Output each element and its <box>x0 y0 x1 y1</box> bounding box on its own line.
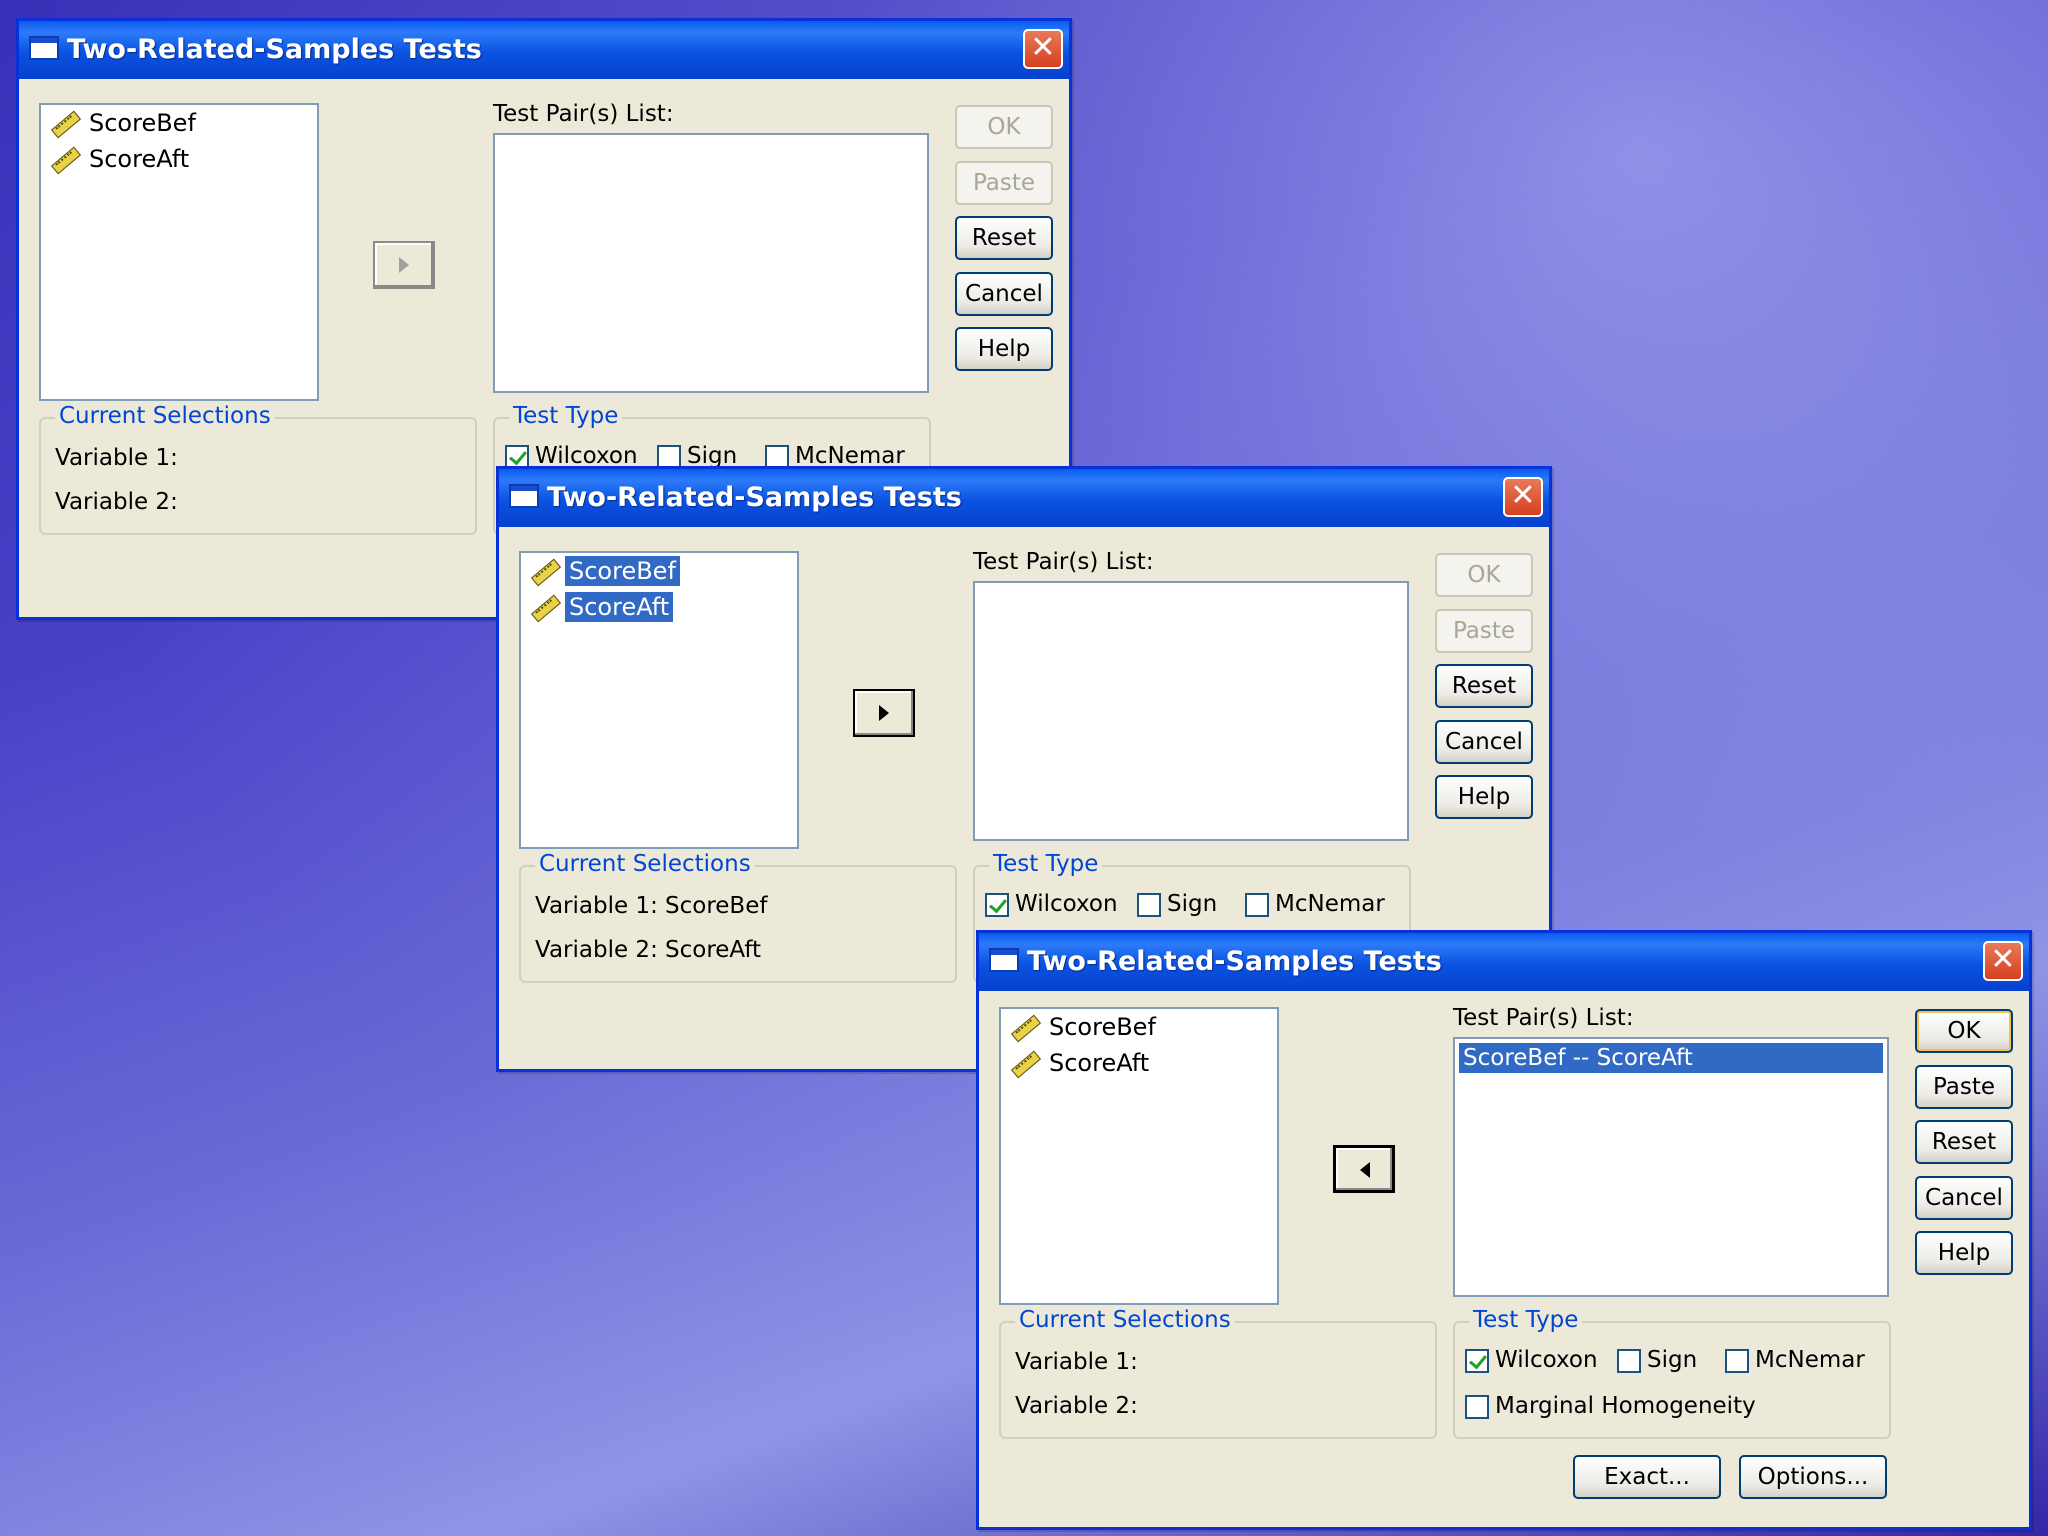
dialog-title: Two-Related-Samples Tests <box>547 482 962 513</box>
variable-item-scoreaft[interactable]: ScoreAft <box>1009 1047 1153 1079</box>
window-icon <box>29 36 59 60</box>
ruler-icon <box>49 144 79 174</box>
test-type-group: Test Type Wilcoxon Sign McNemar Marginal… <box>1453 1307 1891 1439</box>
ruler-icon <box>529 592 559 622</box>
group-title: Test Type <box>1469 1307 1583 1333</box>
current-selections-group: Current Selections Variable 1: Variable … <box>39 403 477 535</box>
test-pairs-list[interactable]: ScoreBef -- ScoreAft <box>1453 1037 1889 1297</box>
group-title: Test Type <box>509 403 623 429</box>
group-title: Current Selections <box>1015 1307 1235 1333</box>
dialog-title: Two-Related-Samples Tests <box>67 34 482 65</box>
cancel-button[interactable]: Cancel <box>1435 720 1533 764</box>
marginal-homogeneity-checkbox[interactable] <box>1465 1395 1489 1419</box>
move-left-button[interactable] <box>1333 1145 1395 1193</box>
variable-1-value: ScoreBef <box>665 893 768 919</box>
sign-checkbox[interactable] <box>1137 893 1161 917</box>
current-selections-group: Current Selections Variable 1: ScoreBef … <box>519 851 957 983</box>
test-pairs-label: Test Pair(s) List: <box>973 549 1154 575</box>
variable-item-scorebef[interactable]: ScoreBef <box>1009 1011 1160 1043</box>
ruler-icon <box>529 556 559 586</box>
mcnemar-label: McNemar <box>1755 1347 1865 1373</box>
sign-label: Sign <box>1647 1347 1698 1373</box>
wilcoxon-checkbox[interactable] <box>985 893 1009 917</box>
sign-checkbox[interactable] <box>1617 1349 1641 1373</box>
variable-2-label: Variable 2: <box>535 937 658 963</box>
help-button[interactable]: Help <box>1435 775 1533 819</box>
help-button[interactable]: Help <box>955 327 1053 371</box>
reset-button[interactable]: Reset <box>955 216 1053 260</box>
mcnemar-checkbox[interactable] <box>1245 893 1269 917</box>
variable-list[interactable]: ScoreBef ScoreAft <box>999 1007 1279 1305</box>
exact-button[interactable]: Exact... <box>1573 1455 1721 1499</box>
variable-list[interactable]: ScoreBef ScoreAft <box>39 103 319 401</box>
move-right-button[interactable] <box>853 689 915 737</box>
variable-2-label: Variable 2: <box>1015 1393 1138 1419</box>
group-title: Current Selections <box>55 403 275 429</box>
current-selections-group: Current Selections Variable 1: Variable … <box>999 1307 1437 1439</box>
test-pairs-list[interactable] <box>493 133 929 393</box>
cancel-button[interactable]: Cancel <box>1915 1176 2013 1220</box>
cancel-button[interactable]: Cancel <box>955 272 1053 316</box>
test-pair-item[interactable]: ScoreBef -- ScoreAft <box>1459 1043 1883 1073</box>
arrow-right-icon <box>399 257 409 273</box>
variable-list[interactable]: ScoreBef ScoreAft <box>519 551 799 849</box>
close-icon[interactable]: ✕ <box>1023 29 1063 69</box>
variable-label: ScoreAft <box>1049 1049 1150 1077</box>
variable-label: ScoreBef <box>89 109 196 137</box>
window-icon <box>989 948 1019 972</box>
variable-item-scoreaft[interactable]: ScoreAft <box>49 143 193 175</box>
move-right-button[interactable] <box>373 241 435 289</box>
variable-1-label: Variable 1: <box>535 893 658 919</box>
help-button[interactable]: Help <box>1915 1231 2013 1275</box>
mcnemar-checkbox[interactable] <box>1725 1349 1749 1373</box>
ok-button[interactable]: OK <box>1435 553 1533 597</box>
arrow-right-icon <box>879 705 889 721</box>
group-title: Test Type <box>989 851 1103 877</box>
reset-button[interactable]: Reset <box>1915 1120 2013 1164</box>
variable-2-label: Variable 2: <box>55 489 178 515</box>
close-icon[interactable]: ✕ <box>1983 941 2023 981</box>
ruler-icon <box>1009 1012 1039 1042</box>
variable-item-scorebef[interactable]: ScoreBef <box>529 555 680 587</box>
paste-button[interactable]: Paste <box>1435 609 1533 653</box>
dialog-3: Two-Related-Samples Tests ✕ ScoreBef Sco… <box>976 930 2032 1530</box>
test-pairs-label: Test Pair(s) List: <box>1453 1005 1634 1031</box>
variable-1-label: Variable 1: <box>55 445 178 471</box>
variable-label: ScoreAft <box>565 592 674 622</box>
dialog-1-titlebar[interactable]: Two-Related-Samples Tests ✕ <box>19 21 1069 79</box>
ruler-icon <box>1009 1048 1039 1078</box>
paste-button[interactable]: Paste <box>955 161 1053 205</box>
ok-button[interactable]: OK <box>1915 1009 2013 1053</box>
dialog-3-titlebar[interactable]: Two-Related-Samples Tests ✕ <box>979 933 2029 991</box>
ok-button[interactable]: OK <box>955 105 1053 149</box>
arrow-left-icon <box>1360 1162 1370 1178</box>
variable-label: ScoreBef <box>565 556 680 586</box>
dialog-2-titlebar[interactable]: Two-Related-Samples Tests ✕ <box>499 469 1549 527</box>
variable-label: ScoreAft <box>89 145 190 173</box>
ruler-icon <box>49 108 79 138</box>
variable-1-label: Variable 1: <box>1015 1349 1138 1375</box>
variable-item-scoreaft[interactable]: ScoreAft <box>529 591 674 623</box>
dialog-title: Two-Related-Samples Tests <box>1027 946 1442 977</box>
wilcoxon-label: Wilcoxon <box>1495 1347 1598 1373</box>
window-icon <box>509 484 539 508</box>
wilcoxon-checkbox[interactable] <box>1465 1349 1489 1373</box>
close-icon[interactable]: ✕ <box>1503 477 1543 517</box>
paste-button[interactable]: Paste <box>1915 1065 2013 1109</box>
variable-item-scorebef[interactable]: ScoreBef <box>49 107 200 139</box>
wilcoxon-label: Wilcoxon <box>1015 891 1118 917</box>
marginal-homogeneity-label: Marginal Homogeneity <box>1495 1393 1756 1419</box>
reset-button[interactable]: Reset <box>1435 664 1533 708</box>
variable-2-value: ScoreAft <box>665 937 762 963</box>
options-button[interactable]: Options... <box>1739 1455 1887 1499</box>
test-pairs-label: Test Pair(s) List: <box>493 101 674 127</box>
variable-label: ScoreBef <box>1049 1013 1156 1041</box>
test-pairs-list[interactable] <box>973 581 1409 841</box>
sign-label: Sign <box>1167 891 1218 917</box>
group-title: Current Selections <box>535 851 755 877</box>
mcnemar-label: McNemar <box>1275 891 1385 917</box>
